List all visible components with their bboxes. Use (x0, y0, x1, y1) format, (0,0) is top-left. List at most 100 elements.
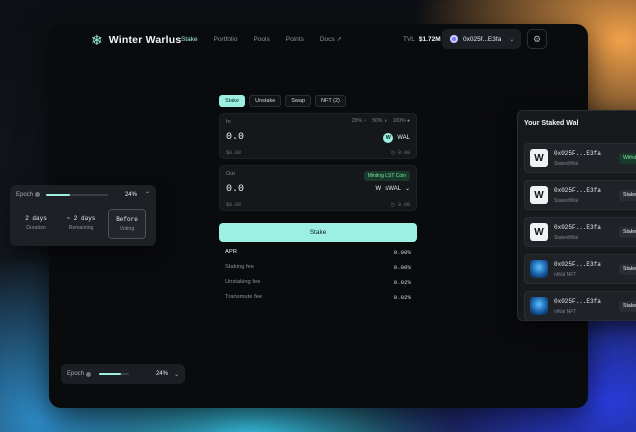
epoch-phase-value: Before (116, 216, 138, 223)
chevron-down-icon: ⌄ (173, 371, 179, 378)
stat-value: 0.02% (393, 294, 411, 301)
tab-stake[interactable]: Stake (219, 95, 246, 107)
percent-shortcuts: 25% ◔ 50% ◑ 100% ● (352, 118, 410, 124)
stat-value: 0.02% (393, 279, 411, 286)
settings-button[interactable]: ⚙ (527, 29, 547, 49)
epoch-phase-label: Voting (119, 226, 135, 232)
output-token-symbol: sWAL (385, 185, 401, 192)
nwal-nft-icon (530, 260, 548, 278)
wallet-button[interactable]: 0x025f...E3fa ⌄ (442, 29, 521, 49)
percent-50-button[interactable]: 50% ◑ (372, 118, 386, 124)
stat-row: Transmute fee 0.02% (225, 294, 411, 309)
epoch-mini-widget[interactable]: Epoch 24% ⌄ (61, 364, 185, 384)
staked-row[interactable]: W 0x025F...E3fa StakedWal Withdraw (524, 143, 636, 173)
swal-token-icon: W (375, 185, 382, 192)
staked-row[interactable]: 0x025F...E3fa nWal NFT Staked (524, 291, 636, 320)
epoch-mini-percent: 24% (155, 371, 168, 377)
stat-key: Staking fee (225, 264, 255, 270)
nav-link-points[interactable]: Points (286, 36, 304, 43)
stake-button[interactable]: Stake (219, 223, 417, 242)
gear-icon: ⚙ (532, 33, 542, 44)
stat-value: 0.00% (393, 264, 411, 271)
action-tabs: Stake Unstake Swap NFT (2) (219, 95, 346, 107)
tvl-value: $1.72M (418, 36, 441, 43)
epoch-duration-label: Duration (26, 225, 46, 231)
wallet-avatar-icon (450, 35, 458, 43)
output-balance-value: 0.00 (397, 202, 410, 208)
stat-key: Unstaking fee (225, 279, 261, 285)
output-balance: ◷ 0.00 (390, 202, 410, 208)
top-navbar: ❄ Winter Warlus Stake Portfolio Pools Po… (49, 24, 588, 56)
staked-address: 0x025F...E3fa (554, 187, 601, 194)
tab-unstake[interactable]: Unstake (249, 95, 282, 107)
input-label: In (226, 119, 231, 125)
percent-100-label: 100% (392, 118, 406, 124)
staked-row[interactable]: W 0x025F...E3fa StakedWal Staked (524, 217, 636, 247)
withdraw-button[interactable]: Withdraw (619, 153, 636, 164)
chevron-down-icon: ⌄ (404, 186, 410, 192)
nwal-nft-icon (530, 297, 548, 315)
input-balance-value: 0.00 (397, 150, 410, 156)
output-token-selector[interactable]: W sWAL ⌄ (375, 185, 410, 193)
wal-token-icon: W (383, 133, 394, 143)
snowflake-logo-icon: ❄ (91, 32, 103, 48)
stat-key: Transmute fee (225, 294, 263, 300)
epoch-progress-bar (46, 193, 109, 196)
input-token-symbol: WAL (397, 135, 410, 141)
info-icon (86, 371, 92, 377)
chevron-up-icon[interactable]: ⌃ (145, 191, 150, 198)
stat-row: Unstaking fee 0.02% (225, 279, 411, 294)
percent-100-button[interactable]: 100% ● (393, 118, 410, 124)
wal-token-icon: W (530, 186, 548, 204)
tab-swap[interactable]: Swap (285, 95, 312, 107)
staked-row[interactable]: W 0x025F...E3fa StakedWal Staked (524, 180, 636, 210)
wal-token-icon: W (530, 149, 548, 167)
staked-kind: nWal NFT (554, 272, 577, 278)
output-label: Out (226, 171, 235, 177)
status-badge: Staked (619, 190, 636, 201)
epoch-duration-value: 2 days (25, 215, 47, 222)
epoch-mini-progress-fill (99, 373, 121, 375)
epoch-remaining: ~ 2 days Remaining (62, 209, 100, 239)
epoch-progress-fill (46, 193, 70, 196)
percent-50-label: 50% (372, 118, 383, 124)
percent-25-button[interactable]: 25% ◔ (352, 118, 366, 124)
staked-wal-panel: Your Staked Wal W 0x025F...E3fa StakedWal W… (517, 110, 636, 321)
brand[interactable]: ❄ Winter Warlus (91, 33, 181, 47)
nav-link-stake[interactable]: Stake (181, 36, 198, 43)
external-link-icon: ↗ (336, 37, 342, 43)
output-usd-value: $0.00 (226, 202, 242, 208)
epoch-percent: 24% (124, 191, 137, 198)
minting-badge: Minting LST Coin (363, 171, 410, 181)
nav-link-docs[interactable]: Docs ↗ (320, 36, 342, 43)
staked-address: 0x025F...E3fa (554, 298, 601, 305)
status-badge: Staked (619, 264, 636, 275)
fee-stats: APR 0.00% Staking fee 0.00% Unstaking fe… (225, 249, 411, 309)
staked-kind: StakedWal (554, 235, 578, 241)
input-panel: In 25% ◔ 50% ◑ 100% ● 0.0 W WAL $0.00 ◷ … (219, 113, 417, 159)
epoch-duration: 2 days Duration (17, 209, 55, 239)
percent-25-label: 25% (351, 118, 362, 124)
staked-address: 0x025F...E3fa (554, 150, 601, 157)
chevron-down-icon: ⌄ (509, 36, 515, 43)
status-badge: Staked (619, 227, 636, 238)
epoch-header[interactable]: Epoch 24% ⌃ (16, 191, 150, 199)
staked-address: 0x025F...E3fa (554, 261, 601, 268)
input-usd-value: $0.00 (226, 150, 242, 156)
wal-token-icon: W (530, 223, 548, 241)
nav-links: Stake Portfolio Pools Points Docs ↗ (181, 36, 342, 43)
input-amount-field[interactable]: 0.0 (226, 132, 244, 143)
nav-link-pools[interactable]: Pools (253, 36, 269, 43)
tab-nft[interactable]: NFT (2) (315, 95, 346, 107)
epoch-mini-label: Epoch (67, 371, 85, 377)
staked-panel-title: Your Staked Wal (524, 120, 579, 127)
nav-link-portfolio[interactable]: Portfolio (214, 36, 238, 43)
epoch-remaining-label: Remaining (68, 225, 94, 231)
epoch-label: Epoch (16, 191, 34, 198)
epoch-mini-progress-bar (99, 373, 130, 375)
status-badge: Staked (619, 301, 636, 312)
output-amount: 0.0 (226, 184, 245, 195)
stat-row: APR 0.00% (225, 249, 411, 264)
staked-row[interactable]: 0x025F...E3fa nWal NFT Staked (524, 254, 636, 284)
epoch-voting-phase: Before Voting (108, 209, 146, 239)
